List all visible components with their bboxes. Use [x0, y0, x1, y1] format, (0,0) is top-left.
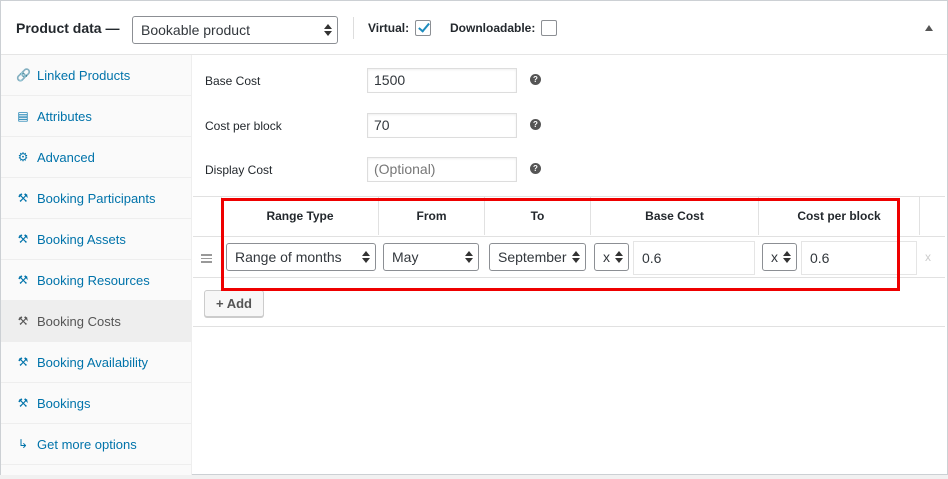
- sidebar-item-linked-products[interactable]: 🔗 Linked Products: [1, 55, 191, 96]
- block-cost-input[interactable]: 70: [367, 113, 517, 138]
- sidebar-item-booking-participants[interactable]: ⚒ Booking Participants: [1, 178, 191, 219]
- sidebar-item-label: Advanced: [37, 150, 95, 165]
- virtual-checkbox[interactable]: [415, 20, 431, 36]
- link-icon: 🔗: [16, 68, 31, 82]
- add-rule-button[interactable]: + Add: [204, 290, 264, 317]
- range-type-value: Range of months: [235, 249, 342, 265]
- collapse-toggle-icon[interactable]: [925, 25, 933, 31]
- sidebar-item-label: Booking Assets: [37, 232, 126, 247]
- booking-costs-panel: Base Cost 1500 ? Cost per block 70 ? Dis…: [193, 55, 947, 475]
- gear-icon: ⚙: [17, 150, 29, 164]
- rule-block-cost-input[interactable]: 0.6: [801, 241, 917, 275]
- sidebar-item-label: Booking Costs: [37, 314, 121, 329]
- row-separator: [193, 277, 945, 278]
- sidebar-item-attributes[interactable]: ▤ Attributes: [1, 96, 191, 137]
- block-cost-modifier-value: x: [771, 249, 778, 265]
- range-type-select[interactable]: Range of months: [226, 243, 376, 271]
- header-divider: [353, 17, 354, 39]
- sidebar-item-get-more-options[interactable]: ↳ Get more options: [1, 424, 191, 465]
- wrench-icon: ⚒: [17, 191, 29, 205]
- from-header: From: [416, 209, 447, 223]
- from-value: May: [392, 249, 419, 265]
- select-arrows-icon: [324, 24, 332, 36]
- checkmark-icon: [418, 20, 430, 33]
- base-cost-modifier-select[interactable]: x: [594, 243, 629, 271]
- product-type-select[interactable]: Bookable product: [132, 16, 338, 44]
- base-cost-row: Base Cost 1500 ?: [205, 68, 945, 98]
- list-icon: ▤: [17, 109, 29, 123]
- to-value: September: [498, 249, 567, 265]
- downloadable-checkbox[interactable]: [541, 20, 557, 36]
- help-icon[interactable]: ?: [530, 74, 541, 85]
- wrench-icon: ⚒: [17, 355, 29, 369]
- remove-rule-icon[interactable]: x: [925, 250, 931, 264]
- wrench-icon: ⚒: [17, 273, 29, 287]
- select-arrows-icon: [572, 251, 580, 263]
- sidebar-item-label: Booking Participants: [37, 191, 156, 206]
- wrench-icon: ⚒: [17, 232, 29, 246]
- drag-handle-icon[interactable]: [201, 254, 212, 265]
- base-cost-modifier-value: x: [603, 249, 610, 265]
- select-arrows-icon: [615, 251, 623, 263]
- block-cost-row: Cost per block 70 ?: [205, 113, 945, 143]
- select-arrows-icon: [362, 251, 370, 263]
- sidebar-item-booking-availability[interactable]: ⚒ Booking Availability: [1, 342, 191, 383]
- sidebar-item-label: Linked Products: [37, 68, 131, 83]
- from-select[interactable]: May: [383, 243, 479, 271]
- wrench-icon: ⚒: [17, 396, 29, 410]
- column-divider: [919, 197, 920, 235]
- base-cost-label: Base Cost: [205, 74, 261, 88]
- sidebar-item-label: Get more options: [37, 437, 137, 452]
- sidebar-item-label: Booking Resources: [37, 273, 150, 288]
- product-data-title: Product data —: [16, 20, 120, 36]
- wrench-icon: ⚒: [17, 314, 29, 328]
- help-icon[interactable]: ?: [530, 163, 541, 174]
- display-cost-label: Display Cost: [205, 163, 273, 177]
- display-cost-row: Display Cost (Optional) ?: [205, 157, 945, 187]
- downloadable-label: Downloadable:: [450, 21, 536, 35]
- sidebar-item-booking-assets[interactable]: ⚒ Booking Assets: [1, 219, 191, 260]
- cost-rules-table: Range Type From To Base Cost Cost per bl…: [193, 196, 945, 327]
- base-cost-header: Base Cost: [645, 209, 704, 223]
- range-type-header: Range Type: [266, 209, 334, 223]
- sidebar-item-booking-costs[interactable]: ⚒ Booking Costs: [1, 301, 191, 342]
- virtual-label: Virtual:: [368, 21, 410, 35]
- sidebar-item-label: Bookings: [37, 396, 91, 411]
- sidebar-item-label: Booking Availability: [37, 355, 149, 370]
- select-arrows-icon: [783, 251, 791, 263]
- product-data-panel: Product data — Bookable product Virtual:…: [0, 0, 948, 475]
- to-header: To: [530, 209, 545, 223]
- block-cost-header: Cost per block: [797, 209, 881, 223]
- product-data-tabs: 🔗 Linked Products ▤ Attributes ⚙ Advanced ⚒ Boo…: [1, 55, 192, 475]
- block-cost-modifier-select[interactable]: x: [762, 243, 797, 271]
- help-icon[interactable]: ?: [530, 119, 541, 130]
- block-cost-label: Cost per block: [205, 119, 282, 133]
- product-type-value: Bookable product: [141, 22, 250, 38]
- product-data-header: Product data — Bookable product Virtual:…: [1, 1, 947, 55]
- plug-icon: ↳: [17, 437, 29, 451]
- to-select[interactable]: September: [489, 243, 586, 271]
- base-cost-input[interactable]: 1500: [367, 68, 517, 93]
- select-arrows-icon: [465, 251, 473, 263]
- sidebar-item-bookings[interactable]: ⚒ Bookings: [1, 383, 191, 424]
- display-cost-input[interactable]: (Optional): [367, 157, 517, 182]
- sidebar-item-advanced[interactable]: ⚙ Advanced: [1, 137, 191, 178]
- rule-base-cost-input[interactable]: 0.6: [633, 241, 755, 275]
- sidebar-item-label: Attributes: [37, 109, 92, 124]
- sidebar-item-booking-resources[interactable]: ⚒ Booking Resources: [1, 260, 191, 301]
